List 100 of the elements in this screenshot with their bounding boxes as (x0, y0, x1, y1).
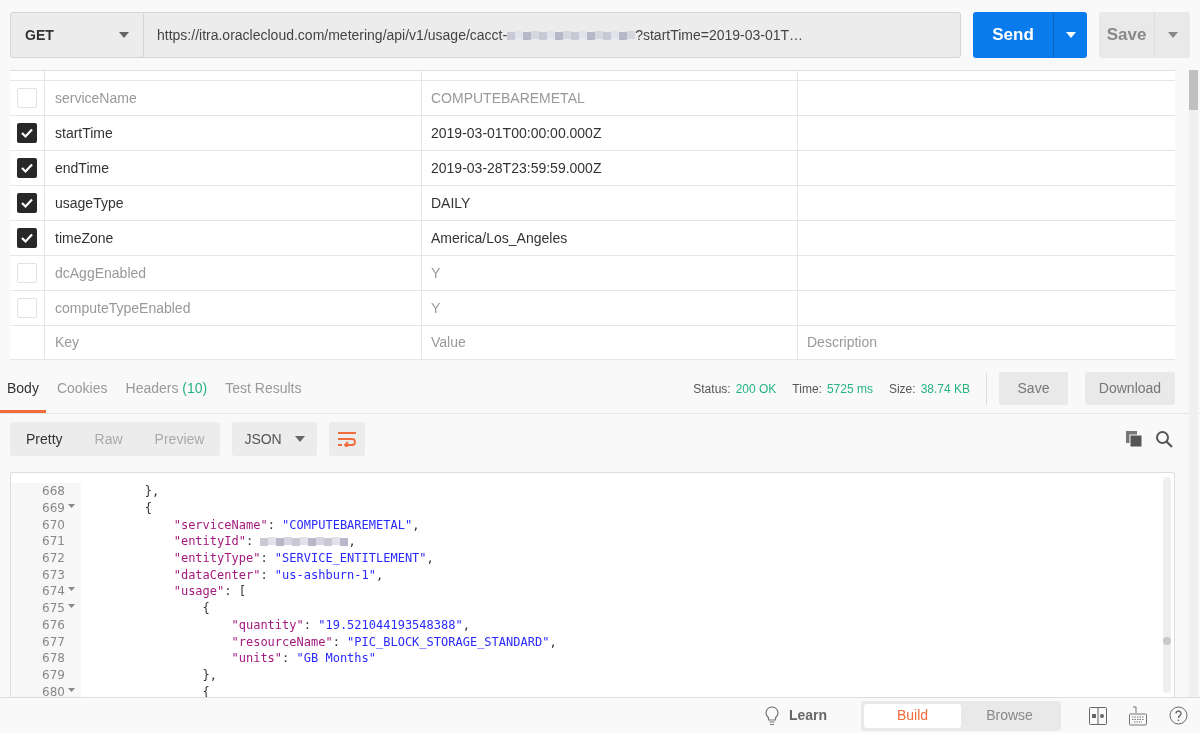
status-label: Size: (888, 380, 916, 398)
check-icon (20, 161, 34, 175)
line-number: 668 (42, 483, 65, 501)
checkbox[interactable] (17, 193, 37, 213)
json-punctuation: : [ (224, 583, 246, 601)
json-key: "dataCenter" (87, 565, 261, 584)
page-scrollbar-thumb[interactable] (1189, 70, 1198, 110)
response-tab[interactable]: Body (0, 364, 46, 413)
param-key[interactable]: computeTypeEnabled (55, 297, 191, 319)
checkbox[interactable] (17, 123, 37, 143)
checkbox[interactable] (17, 158, 37, 178)
json-punctuation: { (201, 600, 210, 618)
param-value[interactable]: America/Los_Angeles (431, 227, 568, 249)
checkbox[interactable] (17, 298, 37, 318)
json-punctuation: , (426, 550, 434, 568)
checkbox[interactable] (17, 263, 37, 283)
json-key: "serviceName" (87, 515, 268, 534)
fold-caret-icon[interactable] (67, 504, 75, 509)
param-value[interactable]: COMPUTEBAREMETAL (431, 87, 585, 109)
mode-tab[interactable]: Build (864, 703, 961, 728)
line-number: 669 (42, 500, 65, 518)
status-value: 38.74 KB (920, 380, 970, 398)
fold-caret-icon[interactable] (67, 604, 75, 609)
check-icon (20, 126, 34, 140)
json-punctuation: { (143, 500, 153, 518)
caret-icon (1065, 32, 1076, 38)
param-value[interactable]: DAILY (431, 192, 471, 214)
check-icon (20, 231, 34, 245)
json-string: "PIC_BLOCK_STORAGE_STANDARD" (347, 633, 550, 651)
line-number: 675 (42, 600, 65, 618)
json-punctuation: , (376, 566, 384, 584)
json-key: "resourceName" (87, 632, 333, 651)
line-number: 680 (42, 683, 65, 697)
json-punctuation: : (332, 633, 341, 651)
param-key[interactable]: dcAggEnabled (55, 262, 147, 284)
json-punctuation: }, (143, 483, 160, 501)
json-key: "entityType" (87, 549, 261, 568)
learn-button[interactable]: Learn (764, 705, 827, 726)
param-key[interactable]: endTime (55, 157, 109, 179)
view-mode-tab[interactable]: Raw (78, 422, 139, 456)
line-number: 673 (42, 566, 65, 584)
view-mode-tab[interactable]: Pretty (10, 422, 79, 456)
status-label: Time: (792, 380, 822, 398)
checkbox[interactable] (17, 228, 37, 248)
line-number: 670 (42, 516, 65, 534)
param-key[interactable]: serviceName (55, 87, 137, 109)
json-punctuation: : (245, 533, 255, 551)
fold-caret-icon[interactable] (67, 587, 75, 592)
json-punctuation: : (303, 616, 312, 634)
json-punctuation: }, (201, 666, 218, 684)
json-string: "19.521044193548388" (318, 616, 463, 634)
json-punctuation: : (260, 566, 269, 584)
download-button[interactable]: Download (1085, 372, 1175, 405)
caret-icon (295, 436, 306, 442)
json-punctuation: , (462, 616, 470, 634)
check-icon (20, 196, 34, 210)
lightbulb-icon (764, 705, 779, 726)
keyboard-icon[interactable] (1129, 705, 1147, 726)
param-value[interactable]: Y (431, 297, 441, 319)
search-icon[interactable] (1155, 430, 1173, 448)
param-key[interactable]: timeZone (55, 227, 114, 249)
param-key[interactable]: usageType (55, 192, 124, 214)
json-punctuation: : (267, 516, 276, 534)
json-string: "GB Months" (296, 650, 376, 668)
line-number: 679 (42, 666, 65, 684)
response-tab[interactable]: Cookies (49, 364, 115, 413)
line-number: 677 (42, 633, 65, 651)
scrollbar-thumb[interactable] (1163, 637, 1171, 645)
status-label: Status: (693, 380, 731, 398)
caret-icon (1167, 32, 1178, 38)
line-number: 676 (42, 616, 65, 634)
save-response-button[interactable]: Save (999, 372, 1068, 405)
line-number: 678 (42, 650, 65, 668)
two-pane-icon[interactable] (1089, 706, 1107, 725)
json-punctuation: { (201, 683, 210, 697)
view-mode-tab[interactable]: Preview (138, 422, 221, 456)
param-value[interactable]: Y (431, 262, 441, 284)
checkbox[interactable] (17, 88, 37, 108)
response-tab[interactable]: Test Results (218, 364, 309, 413)
response-tab[interactable]: Headers (10) (118, 364, 215, 413)
json-string: "SERVICE_ENTITLEMENT" (274, 550, 427, 568)
fold-caret-icon[interactable] (67, 687, 75, 692)
json-key: "entityId" (87, 532, 246, 551)
param-value[interactable]: 2019-03-28T23:59:59.000Z (431, 157, 602, 179)
format-dropdown[interactable]: JSON (232, 422, 318, 456)
json-punctuation: : (260, 550, 269, 568)
mode-tab[interactable]: Browse (961, 703, 1058, 728)
wrap-lines-button[interactable] (329, 422, 366, 456)
json-punctuation: , (549, 633, 557, 651)
line-number: 671 (42, 533, 65, 551)
wrap-icon (337, 431, 358, 447)
copy-icon[interactable] (1125, 430, 1143, 448)
line-number: 674 (42, 583, 65, 601)
line-number: 672 (42, 550, 65, 568)
json-punctuation: , (412, 516, 420, 534)
help-icon[interactable] (1169, 706, 1188, 725)
param-value[interactable]: 2019-03-01T00:00:00.000Z (431, 122, 602, 144)
json-key: "quantity" (87, 615, 304, 634)
param-key[interactable]: startTime (55, 122, 113, 144)
json-punctuation: , (348, 533, 356, 551)
